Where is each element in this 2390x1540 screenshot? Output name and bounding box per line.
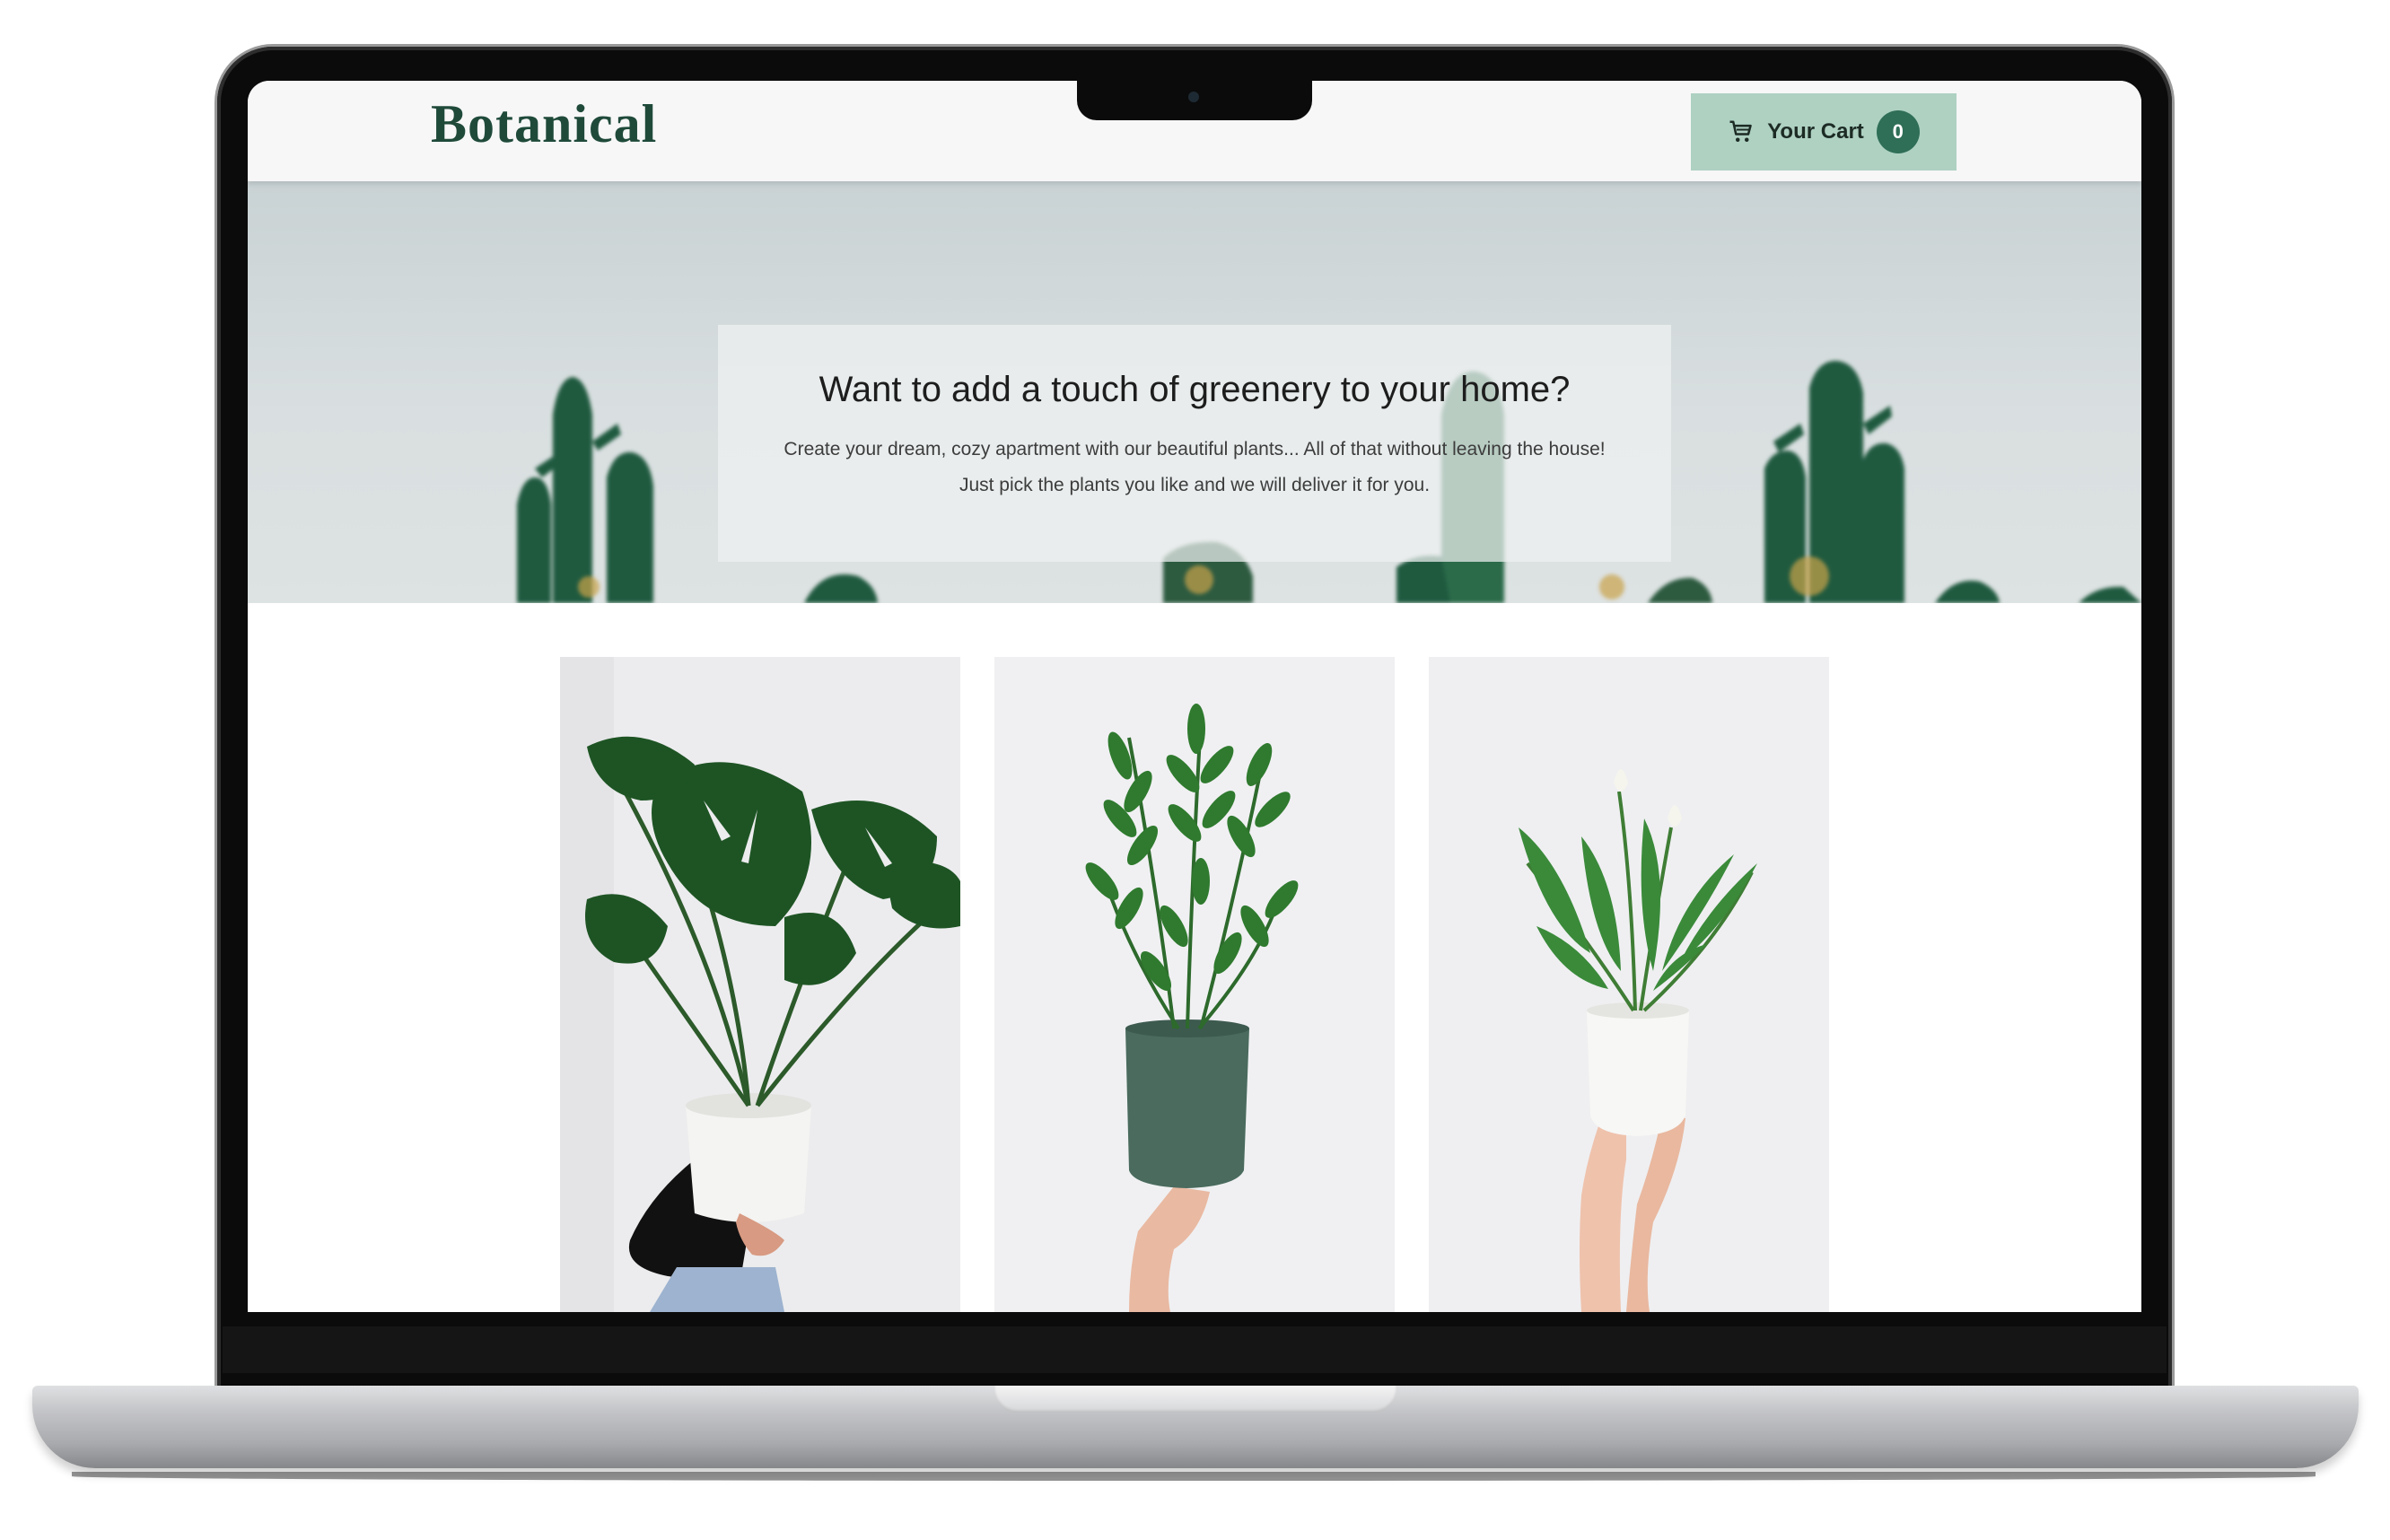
hero-title: Want to add a touch of greenery to your … bbox=[819, 370, 1571, 409]
laptop-screen: Botanical Your Cart 0 Want to add a touc… bbox=[248, 81, 2141, 1312]
product-card-zz-plant[interactable] bbox=[994, 657, 1395, 1312]
cart-icon bbox=[1729, 120, 1752, 142]
site-logo[interactable]: Botanical bbox=[431, 93, 657, 155]
hero-banner: Want to add a touch of greenery to your … bbox=[248, 181, 2141, 603]
camera-icon bbox=[1188, 92, 1199, 102]
zz-plant-photo bbox=[994, 657, 1395, 1312]
cart-label: Your Cart bbox=[1767, 119, 1864, 144]
product-card-monstera[interactable] bbox=[560, 657, 960, 1312]
hero-card: Want to add a touch of greenery to your … bbox=[718, 325, 1671, 562]
product-card-peace-lily[interactable] bbox=[1429, 657, 1829, 1312]
camera-notch bbox=[1077, 79, 1312, 120]
laptop-base bbox=[32, 1386, 2359, 1468]
cart-count-badge: 0 bbox=[1876, 110, 1920, 153]
product-grid bbox=[248, 657, 2141, 1312]
trackpad-notch bbox=[994, 1386, 1396, 1413]
hero-description: Create your dream, cozy apartment with o… bbox=[784, 439, 1606, 495]
peace-lily-photo bbox=[1429, 657, 1829, 1312]
laptop-shadow bbox=[72, 1472, 2316, 1481]
cart-button[interactable]: Your Cart 0 bbox=[1691, 93, 1957, 171]
laptop-chin bbox=[223, 1326, 2167, 1373]
monstera-plant-photo bbox=[560, 657, 960, 1312]
